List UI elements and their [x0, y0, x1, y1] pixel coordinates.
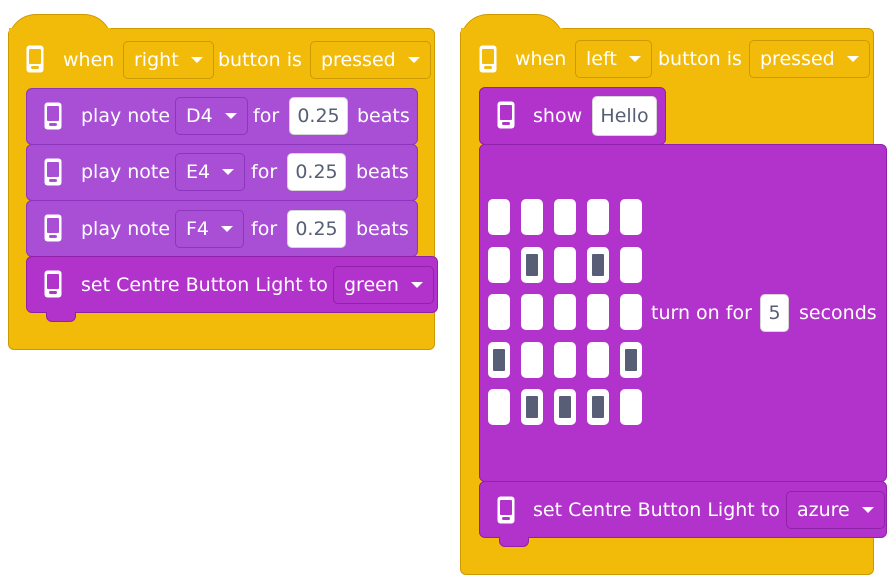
event-middle-label: button is [218, 49, 302, 71]
matrix-pixel[interactable] [620, 389, 642, 425]
matrix-pixel[interactable] [554, 199, 576, 235]
set-light-label: set Centre Button Light to [533, 499, 780, 521]
button-side-value: right [134, 49, 179, 71]
matrix-pixel[interactable] [620, 246, 642, 283]
button-state-dropdown[interactable]: pressed [749, 40, 870, 78]
button-state-value: pressed [760, 48, 835, 70]
button-side-dropdown[interactable]: right [123, 41, 214, 79]
beats-input[interactable]: 0.25 [289, 97, 348, 135]
matrix-pixel[interactable] [554, 341, 576, 378]
hub-icon [44, 158, 62, 186]
hub-icon [44, 102, 62, 130]
matrix-pixel[interactable] [554, 246, 576, 283]
event-when-label: when [63, 49, 115, 71]
matrix-pixel[interactable] [488, 199, 510, 235]
note-value: D4 [186, 105, 213, 127]
caret-down-icon [221, 226, 234, 232]
note-dropdown[interactable]: F4 [175, 210, 245, 248]
note-value: F4 [186, 218, 210, 240]
matrix-pixel[interactable] [620, 341, 642, 378]
matrix-pixel[interactable] [521, 294, 543, 330]
matrix-pixel[interactable] [587, 199, 609, 235]
matrix-pixel[interactable] [521, 341, 543, 378]
beats-input[interactable]: 0.25 [287, 153, 346, 191]
note-value: E4 [186, 161, 211, 183]
event-when-label: when [515, 48, 567, 70]
caret-down-icon [224, 113, 237, 119]
matrix-pixel[interactable] [587, 341, 609, 378]
matrix-pixel[interactable] [620, 199, 642, 235]
light-color-dropdown[interactable]: green [333, 266, 434, 304]
play-note-label: play note [81, 105, 171, 127]
beats-label: beats [356, 161, 409, 183]
hub-icon [26, 45, 44, 73]
caret-down-icon [861, 507, 874, 513]
matrix-pixel[interactable] [521, 389, 543, 425]
event-middle-label: button is [658, 48, 742, 70]
matrix-pixel[interactable] [521, 199, 543, 235]
matrix-pixel[interactable] [554, 389, 576, 425]
set-light-label: set Centre Button Light to [81, 274, 328, 296]
button-state-value: pressed [321, 49, 396, 71]
beats-label: beats [356, 218, 409, 240]
button-side-value: left [586, 48, 617, 70]
for-label: for [251, 218, 278, 240]
matrix-pixel[interactable] [620, 294, 642, 330]
light-color-value: green [344, 274, 399, 296]
for-label: for [253, 105, 280, 127]
beats-input[interactable]: 0.25 [287, 210, 346, 248]
light-color-dropdown[interactable]: azure [786, 491, 885, 529]
caret-down-icon [190, 57, 203, 63]
button-side-dropdown[interactable]: left [575, 40, 652, 78]
beats-label: beats [357, 105, 410, 127]
button-state-dropdown[interactable]: pressed [310, 41, 431, 79]
caret-down-icon [407, 57, 420, 63]
matrix-pixel[interactable] [587, 389, 609, 425]
hub-icon [44, 270, 62, 298]
show-text-input[interactable]: Hello [592, 96, 657, 136]
hub-icon [497, 496, 515, 524]
for-label: for [251, 161, 278, 183]
matrix-pixel[interactable] [554, 294, 576, 330]
matrix-pixel[interactable] [587, 246, 609, 283]
show-label: show [533, 105, 583, 127]
matrix-pixel[interactable] [488, 246, 510, 283]
hub-icon [497, 101, 515, 129]
matrix-pixel[interactable] [488, 294, 510, 330]
matrix-pixel[interactable] [488, 389, 510, 425]
turn-on-for-label: turn on for [651, 302, 752, 324]
matrix-pixel[interactable] [587, 294, 609, 330]
play-note-label: play note [81, 161, 171, 183]
caret-down-icon [222, 169, 235, 175]
hub-icon [479, 45, 497, 73]
caret-down-icon [846, 56, 859, 62]
seconds-label: seconds [799, 302, 877, 324]
seconds-input[interactable]: 5 [760, 294, 789, 332]
matrix-pixel[interactable] [488, 341, 510, 378]
note-dropdown[interactable]: E4 [175, 153, 246, 191]
hub-icon [44, 214, 62, 242]
caret-down-icon [628, 56, 641, 62]
note-dropdown[interactable]: D4 [175, 97, 248, 135]
matrix-pixel[interactable] [521, 246, 543, 283]
play-note-label: play note [81, 218, 171, 240]
light-color-value: azure [797, 499, 850, 521]
caret-down-icon [410, 282, 423, 288]
